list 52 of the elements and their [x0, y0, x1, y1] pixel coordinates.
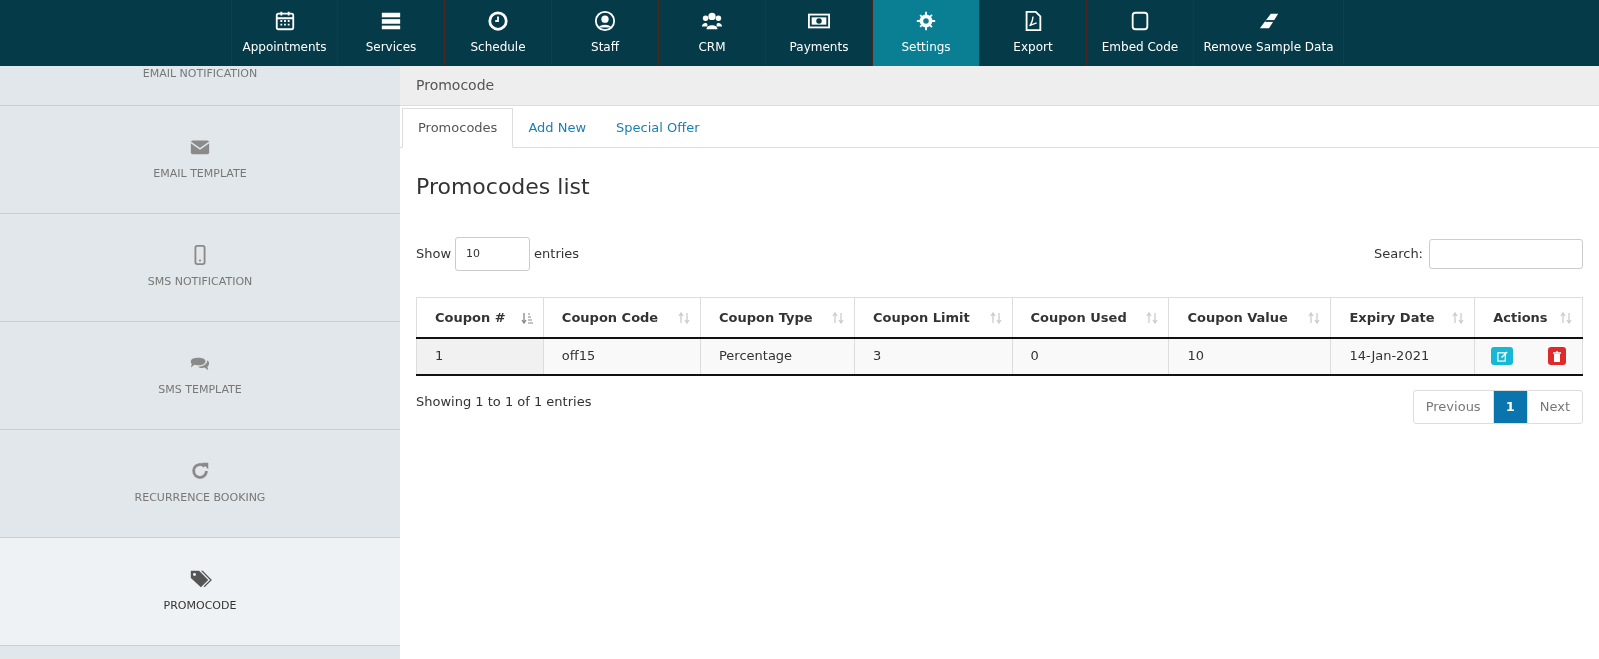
table-cell: Percentage — [700, 337, 855, 375]
edit-button[interactable] — [1491, 347, 1514, 365]
table-cell: 10 — [1169, 337, 1331, 375]
table-cell: 14-Jan-2021 — [1330, 337, 1475, 375]
server-icon — [380, 10, 402, 32]
sort-icon — [1146, 312, 1159, 324]
show-label: Show — [416, 245, 452, 264]
page-button[interactable]: 1 — [1492, 389, 1528, 424]
column-header[interactable]: Coupon Value — [1169, 297, 1331, 338]
tab[interactable]: Add New — [513, 108, 602, 148]
settings-icon — [915, 10, 937, 32]
user-icon — [594, 10, 616, 32]
column-header[interactable]: Coupon # — [416, 297, 544, 338]
search-label: Search: — [1373, 245, 1423, 264]
table-cell: 1 — [416, 337, 544, 375]
page-length-field[interactable]: 10 — [455, 237, 531, 271]
panel-title: Promocode — [416, 76, 495, 95]
users-icon — [701, 10, 723, 32]
sidebar-item[interactable]: PROMOCODE — [0, 538, 400, 646]
delete-button[interactable] — [1548, 347, 1566, 365]
sort-ascending-icon — [520, 312, 533, 324]
sort-icon — [1308, 312, 1321, 324]
table-cell: 3 — [854, 337, 1013, 375]
sort-icon — [1452, 312, 1465, 324]
sort-icon — [989, 312, 1002, 324]
clock-icon — [487, 10, 509, 32]
table-info: Showing 1 to 1 of 1 entries — [416, 392, 592, 411]
column-header[interactable]: Expiry Date — [1330, 297, 1475, 338]
edit-icon — [1496, 350, 1508, 362]
nav-item[interactable]: Settings — [873, 0, 980, 66]
sort-icon — [832, 312, 844, 324]
previous-page-button[interactable]: Previous — [1412, 389, 1494, 424]
search-field[interactable] — [1429, 239, 1583, 269]
sidebar-item[interactable]: EMAIL NOTIFICATION — [0, 66, 400, 106]
table-cell: off15 — [543, 337, 701, 375]
column-header[interactable]: Coupon Used — [1012, 297, 1169, 338]
square-icon — [1129, 10, 1151, 32]
page-heading: Promocodes list — [416, 173, 590, 201]
next-page-button[interactable]: Next — [1526, 389, 1583, 424]
tab[interactable]: Promocodes — [402, 108, 514, 148]
trash-icon — [1552, 350, 1562, 362]
entries-label: entries — [534, 245, 580, 264]
column-header[interactable]: Coupon Code — [543, 297, 701, 338]
column-header[interactable]: Coupon Type — [700, 297, 855, 338]
nav-item[interactable]: Appointments — [231, 0, 338, 66]
table-cell: 0 — [1012, 337, 1169, 375]
sort-icon — [678, 312, 690, 324]
column-header[interactable]: Actions — [1474, 297, 1583, 338]
calendar-icon — [273, 10, 296, 32]
tab[interactable]: Special Offer — [601, 108, 715, 148]
column-header[interactable]: Coupon Limit — [854, 297, 1013, 338]
sort-icon — [1560, 312, 1572, 324]
